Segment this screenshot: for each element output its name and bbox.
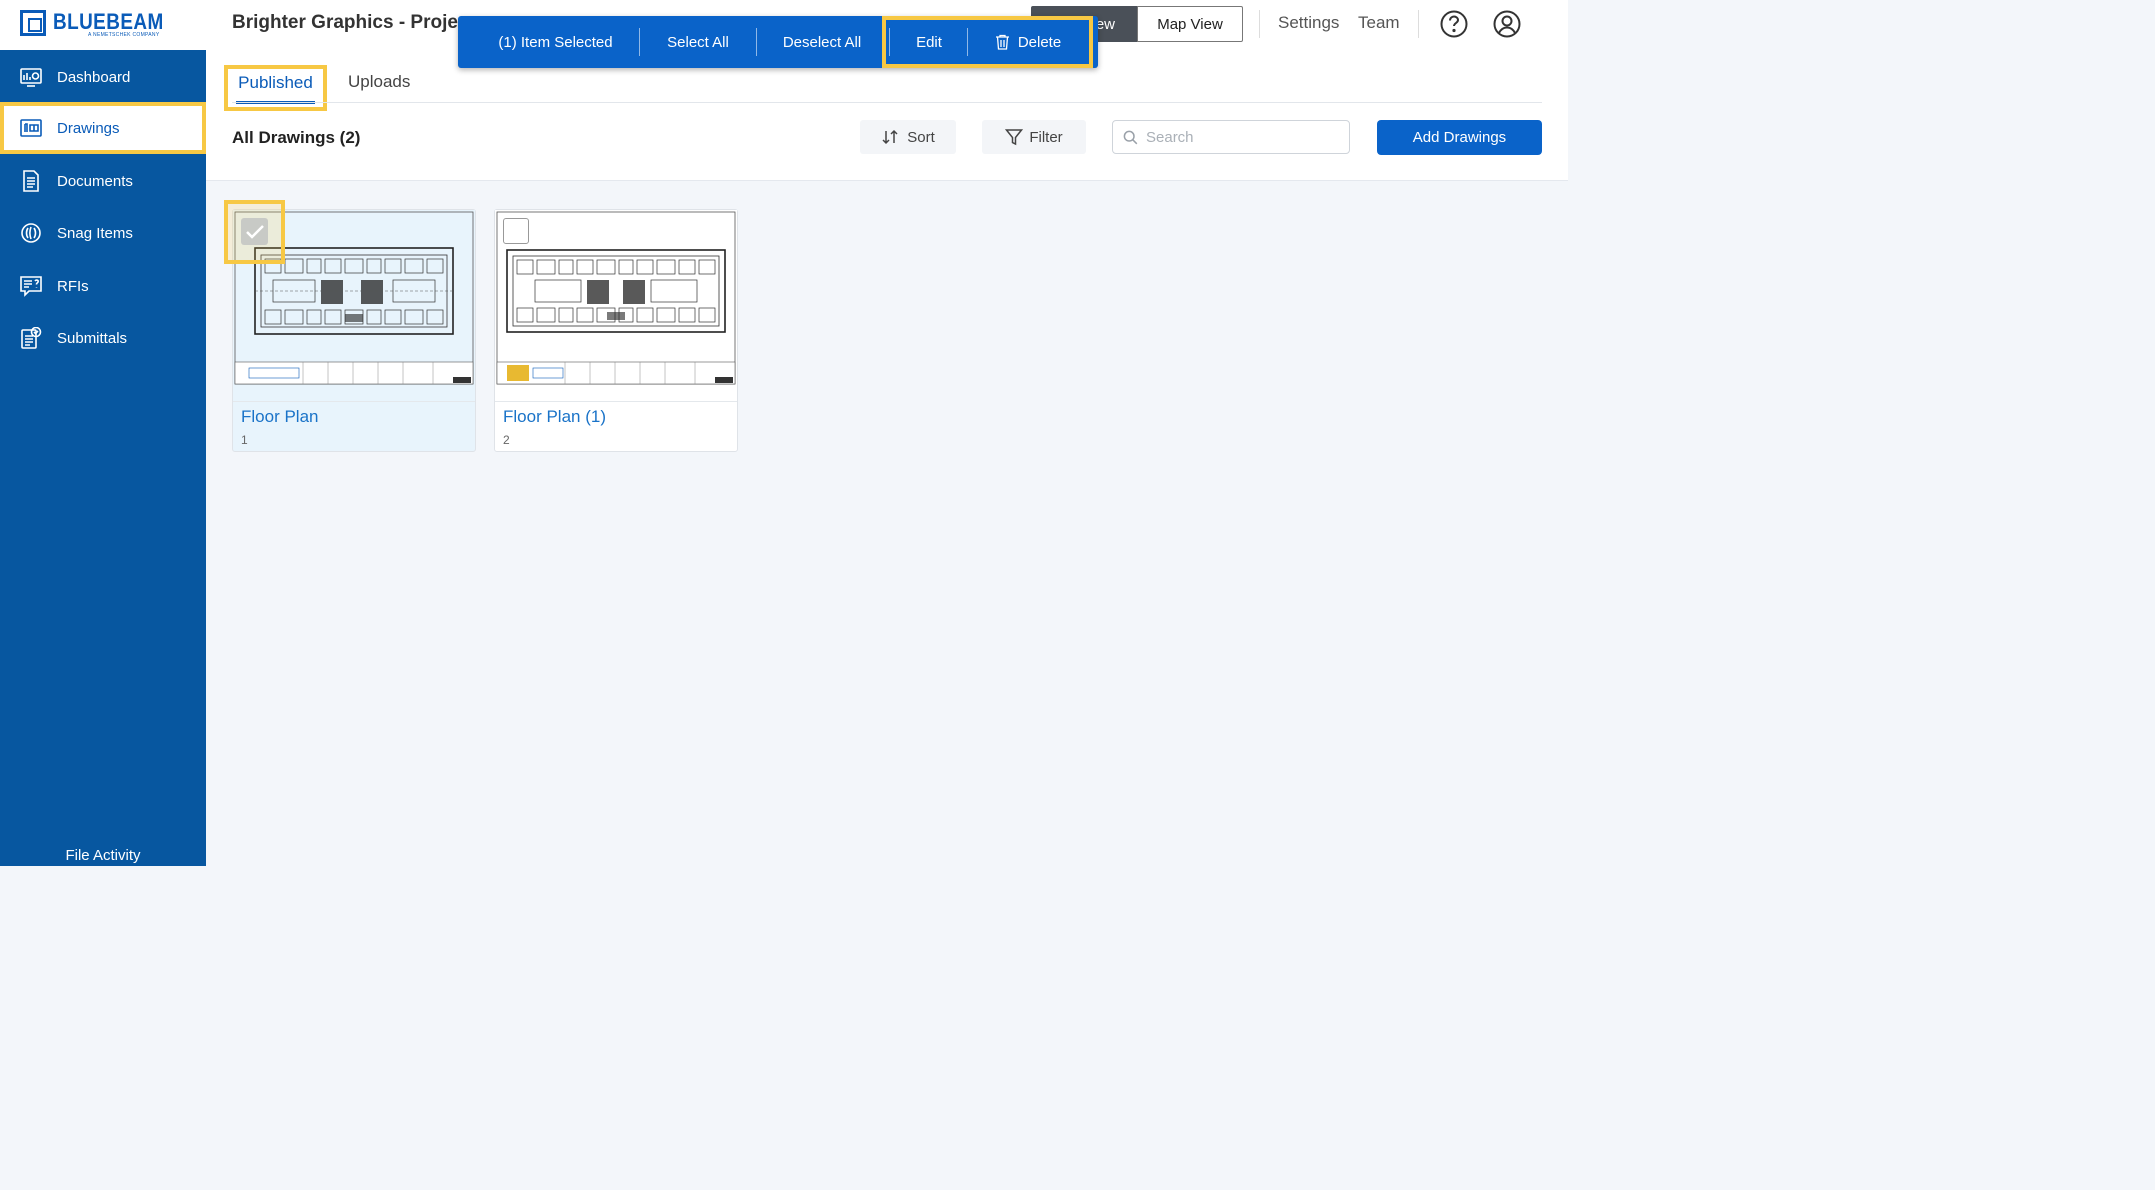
- help-icon[interactable]: [1439, 9, 1469, 39]
- dashboard-icon: [20, 66, 42, 88]
- sidebar-item-label: Drawings: [57, 119, 120, 137]
- project-title: Brighter Graphics - Projec: [232, 12, 469, 33]
- drawing-card[interactable]: Floor Plan (1) 2: [494, 209, 738, 452]
- selection-toolbar: (1) Item Selected Select All Deselect Al…: [458, 16, 1098, 68]
- bluebeam-logo-icon: [20, 10, 46, 36]
- sort-label: Sort: [907, 128, 935, 146]
- tabs-divider: [232, 102, 1542, 103]
- trash-icon: [995, 34, 1010, 50]
- toolbar-separator: [756, 28, 757, 56]
- checkmark-icon: [241, 218, 268, 245]
- team-link[interactable]: Team: [1358, 13, 1400, 33]
- logo[interactable]: BLUEBEAM A NEMETSCHEK COMPANY: [0, 0, 206, 50]
- header-divider: [1418, 10, 1419, 38]
- drawing-name[interactable]: Floor Plan (1): [503, 407, 606, 427]
- selected-count-label: (1) Item Selected: [498, 33, 613, 51]
- search-input[interactable]: [1146, 128, 1336, 146]
- sidebar-item-submittals[interactable]: Submittals: [0, 312, 206, 364]
- brand-tagline: A NEMETSCHEK COMPANY: [88, 32, 160, 38]
- drawings-count-heading: All Drawings (2): [232, 128, 361, 147]
- drawing-checkbox-checked[interactable]: [224, 200, 285, 264]
- toolbar-separator: [639, 28, 640, 56]
- drawing-name[interactable]: Floor Plan: [241, 407, 318, 427]
- filter-icon: [1005, 128, 1024, 146]
- delete-label: Delete: [1017, 33, 1062, 51]
- sidebar-item-label: RFIs: [57, 277, 89, 295]
- sidebar-item-label: Documents: [57, 172, 133, 190]
- sidebar-item-rfis[interactable]: RFIs: [0, 260, 206, 312]
- search-field[interactable]: [1112, 120, 1350, 154]
- drawing-checkbox[interactable]: [503, 218, 529, 244]
- drawings-panel-header: Published Uploads All Drawings (2) Sort …: [206, 50, 1568, 181]
- tab-label: Published: [238, 73, 313, 92]
- edit-button[interactable]: Edit: [894, 16, 964, 68]
- deselect-all-button[interactable]: Deselect All: [766, 16, 878, 68]
- snag-icon: [20, 222, 42, 244]
- sort-icon: [881, 128, 899, 146]
- sort-button[interactable]: Sort: [860, 120, 956, 154]
- sidebar-item-snag-items[interactable]: Snag Items: [0, 207, 206, 259]
- map-view-button[interactable]: Map View: [1137, 6, 1243, 42]
- sidebar-item-label: Snag Items: [57, 224, 133, 242]
- filter-label: Filter: [1029, 128, 1063, 146]
- submittals-icon: [20, 327, 42, 349]
- sidebar-item-drawings[interactable]: Drawings: [0, 102, 206, 154]
- file-activity-link[interactable]: File Activity: [0, 847, 206, 864]
- toolbar-separator: [967, 28, 968, 56]
- filter-button[interactable]: Filter: [982, 120, 1086, 154]
- tab-uploads[interactable]: Uploads: [348, 72, 410, 92]
- sidebar: BLUEBEAM A NEMETSCHEK COMPANY Dashboard …: [0, 0, 206, 866]
- add-drawings-button[interactable]: Add Drawings: [1377, 120, 1542, 155]
- toolbar-separator: [889, 28, 890, 56]
- header-divider: [1259, 10, 1260, 38]
- sidebar-item-label: Submittals: [57, 329, 128, 347]
- settings-link[interactable]: Settings: [1278, 13, 1339, 33]
- drawing-number: 1: [241, 433, 248, 447]
- sidebar-item-dashboard[interactable]: Dashboard: [0, 51, 206, 103]
- user-account-icon[interactable]: [1492, 9, 1522, 39]
- sidebar-item-label: Dashboard: [57, 68, 131, 86]
- sidebar-item-documents[interactable]: Documents: [0, 155, 206, 207]
- floor-plan-thumbnail-icon: [495, 210, 737, 401]
- tab-published[interactable]: Published: [224, 65, 327, 111]
- documents-icon: [20, 170, 42, 192]
- rfi-icon: [20, 275, 42, 297]
- drawings-icon: [20, 117, 42, 139]
- drawing-thumbnail: [495, 210, 737, 402]
- delete-button[interactable]: Delete: [978, 16, 1078, 68]
- drawing-number: 2: [503, 433, 510, 447]
- search-icon: [1123, 130, 1138, 145]
- select-all-button[interactable]: Select All: [648, 16, 748, 68]
